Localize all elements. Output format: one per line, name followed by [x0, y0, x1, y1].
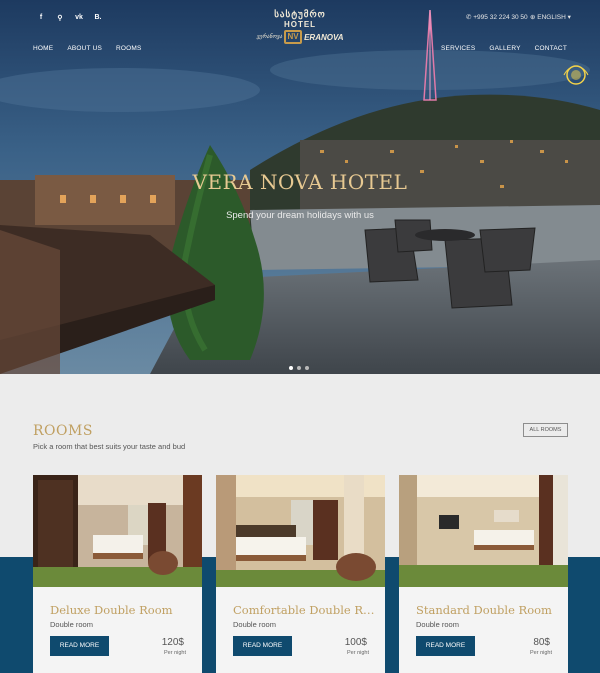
hero-banner: f ⚲ vk B. სასტუმრო HOTEL ვერანოვა NV ERA… [0, 0, 600, 374]
room-card[interactable]: Standard Double Room Double room READ MO… [399, 475, 568, 673]
room-type: Double room [233, 620, 276, 629]
language-selector[interactable]: ⊕ ENGLISH ▾ [530, 13, 571, 21]
slider-dot[interactable] [297, 366, 301, 370]
room-title[interactable]: Standard Double Room [416, 603, 561, 617]
room-price: 100$ [344, 637, 367, 648]
nav-home[interactable]: HOME [33, 45, 53, 52]
nav-rooms[interactable]: ROOMS [116, 45, 142, 52]
read-more-button[interactable]: READ MORE [50, 636, 109, 656]
logo-brand-text: ERANOVA [304, 32, 344, 42]
nav-right: SERVICES GALLERY CONTACT [441, 45, 567, 52]
hotel-logo[interactable]: სასტუმრო HOTEL ვერანოვა NV ERANOVA [252, 9, 348, 49]
price-period: Per night [163, 650, 186, 656]
room-card[interactable]: Deluxe Double Room Double room READ MORE… [33, 475, 202, 673]
award-badge-icon[interactable] [562, 63, 590, 87]
slider-dot[interactable] [289, 366, 293, 370]
top-bar: f ⚲ vk B. სასტუმრო HOTEL ვერანოვა NV ERA… [0, 0, 600, 70]
nav-contact[interactable]: CONTACT [535, 45, 567, 52]
nav-about-us[interactable]: ABOUT US [67, 45, 102, 52]
room-card[interactable]: Comfortable Double Ro... Double room REA… [216, 475, 385, 673]
price-period: Per night [346, 650, 369, 656]
nav-gallery[interactable]: GALLERY [489, 45, 520, 52]
all-rooms-button[interactable]: ALL ROOMS [523, 423, 568, 437]
room-price: 120$ [161, 637, 184, 648]
room-title[interactable]: Comfortable Double Ro... [233, 603, 378, 617]
vk-icon[interactable]: vk [74, 14, 84, 22]
room-photo[interactable] [399, 475, 568, 587]
logo-georgian-text: სასტუმრო [274, 9, 326, 19]
rooms-section-subtitle: Pick a room that best suits your taste a… [33, 442, 186, 451]
nav-left: HOME ABOUT US ROOMS [33, 45, 142, 52]
logo-hotel-text: HOTEL [283, 20, 317, 29]
room-type: Double room [416, 620, 459, 629]
social-links: f ⚲ vk B. [36, 14, 103, 22]
room-type: Double room [50, 620, 93, 629]
room-price: 80$ [533, 637, 550, 648]
price-period: Per night [529, 650, 552, 656]
nav-services[interactable]: SERVICES [441, 45, 475, 52]
read-more-button[interactable]: READ MORE [233, 636, 292, 656]
room-title[interactable]: Deluxe Double Room [50, 603, 195, 617]
skype-icon[interactable]: ⚲ [55, 14, 65, 22]
room-photo[interactable] [216, 475, 385, 587]
hero-title: VERA NOVA HOTEL [192, 170, 408, 194]
facebook-icon[interactable]: f [36, 14, 46, 22]
hero-subtitle: Spend your dream holidays with us [226, 210, 374, 221]
read-more-button[interactable]: READ MORE [416, 636, 475, 656]
logo-small-text: ვერანოვა [256, 34, 283, 40]
booking-icon[interactable]: B. [93, 14, 103, 22]
slider-dot[interactable] [305, 366, 309, 370]
slider-dots [289, 366, 309, 370]
rooms-section-title: ROOMS [33, 423, 93, 439]
phone-number[interactable]: ✆ +995 32 224 30 50 [466, 13, 528, 21]
logo-mark: NV [284, 30, 303, 44]
room-photo[interactable] [33, 475, 202, 587]
